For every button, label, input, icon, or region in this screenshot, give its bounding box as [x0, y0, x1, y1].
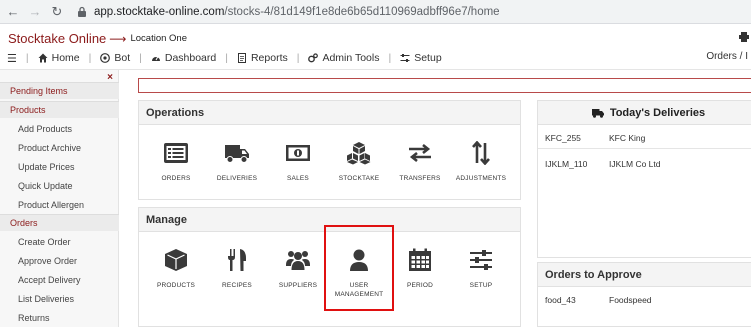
truck-icon [591, 108, 604, 118]
sidebar-item-create-order[interactable]: Create Order [0, 233, 119, 250]
sidebar-item-product-archive[interactable]: Product Archive [0, 139, 119, 156]
tile-period[interactable]: PERIOD [390, 248, 450, 290]
forward-icon[interactable]: → [26, 3, 44, 21]
location-label: Location One [130, 33, 187, 44]
home-icon [38, 53, 48, 63]
orders-to-approve-panel: Orders to Approve food_43 Foodspeed [537, 262, 751, 327]
orders-link[interactable]: Orders / I [706, 51, 748, 62]
lock-icon [78, 6, 86, 17]
list-icon [164, 143, 188, 163]
utensils-icon [228, 249, 246, 271]
sidebar-item-orders[interactable]: Orders [0, 214, 119, 231]
sidebar-item-list-deliveries[interactable]: List Deliveries [0, 290, 119, 307]
calendar-icon [409, 248, 431, 271]
tile-deliveries[interactable]: DELIVERIES [207, 141, 267, 183]
search-input[interactable] [138, 78, 751, 93]
browser-toolbar: ← → ↻ app.stocktake-online.com/stocks-4/… [0, 0, 751, 24]
deliveries-panel: Today's Deliveries KFC_255 KFC King IJKL… [537, 100, 751, 258]
address-bar[interactable]: app.stocktake-online.com/stocks-4/81d149… [76, 6, 500, 18]
cubes-icon [347, 142, 371, 165]
sidebar-item-returns[interactable]: Returns [0, 309, 119, 326]
sliders-icon [470, 250, 492, 270]
cube-icon [165, 249, 187, 271]
reports-icon [237, 53, 246, 63]
operations-panel: Operations ORDERS DELIVERIES SALES STOCK… [138, 100, 521, 200]
app-header: Stocktake Online ⟶ Location One ☰ | Home… [0, 24, 751, 70]
dashboard-icon [151, 56, 160, 61]
tile-transfers[interactable]: TRANSFERS [390, 141, 450, 183]
exchange-icon [409, 143, 431, 163]
highlight-box [324, 225, 394, 311]
sidebar-item-approve-order[interactable]: Approve Order [0, 252, 119, 269]
tile-orders[interactable]: ORDERS [146, 141, 206, 183]
table-row[interactable]: IJKLM_110 IJKLM Co Ltd [545, 159, 661, 169]
operations-title: Operations [139, 101, 520, 125]
money-icon [286, 145, 310, 161]
sidebar: × Pending Items Products Add Products Pr… [0, 70, 119, 327]
tile-setup[interactable]: SETUP [451, 248, 511, 290]
cogs-icon [308, 53, 319, 63]
tile-sales[interactable]: SALES [268, 141, 328, 183]
print-icon[interactable] [739, 32, 749, 42]
hamburger-icon[interactable]: ☰ [7, 52, 17, 65]
main-menu: ☰ | Home | Bot | Dashboard | Reports | A… [7, 51, 748, 65]
arrow-right-icon: ⟶ [109, 31, 127, 46]
menu-home[interactable]: Home [38, 52, 80, 64]
menu-admin-tools[interactable]: Admin Tools [308, 52, 379, 64]
sidebar-item-add-products[interactable]: Add Products [0, 120, 119, 137]
bot-icon [100, 53, 111, 63]
tile-recipes[interactable]: RECIPES [207, 248, 267, 290]
tile-suppliers[interactable]: SUPPLIERS [268, 248, 328, 290]
table-row[interactable]: KFC_255 KFC King [545, 133, 645, 143]
reload-icon[interactable]: ↻ [48, 3, 66, 21]
sidebar-item-update-prices[interactable]: Update Prices [0, 158, 119, 175]
menu-bot[interactable]: Bot [100, 52, 130, 64]
table-row[interactable]: food_43 Foodspeed [545, 295, 652, 305]
sidebar-item-accept-delivery[interactable]: Accept Delivery [0, 271, 119, 288]
deliveries-title: Today's Deliveries [609, 106, 706, 119]
menu-reports[interactable]: Reports [237, 52, 288, 64]
sidebar-item-pending-items[interactable]: Pending Items [0, 82, 119, 99]
back-icon[interactable]: ← [4, 3, 22, 21]
sidebar-item-quick-update[interactable]: Quick Update [0, 177, 119, 194]
url-host: app.stocktake-online.com [94, 5, 225, 18]
truck-icon [225, 145, 249, 163]
sidebar-item-products[interactable]: Products [0, 101, 119, 118]
menu-dashboard[interactable]: Dashboard [151, 52, 216, 64]
sidebar-item-product-allergen[interactable]: Product Allergen [0, 196, 119, 213]
deliveries-header: Today's Deliveries [538, 101, 751, 125]
url-path: /stocks-4/81d149f1e8de6b65d110969adbff96… [224, 5, 500, 18]
brand-logo[interactable]: Stocktake Online [8, 31, 106, 46]
tile-adjustments[interactable]: ADJUSTMENTS [451, 141, 511, 183]
tile-products[interactable]: PRODUCTS [146, 248, 206, 290]
users-icon [286, 251, 310, 270]
orders-to-approve-title: Orders to Approve [538, 263, 751, 287]
sliders-icon [400, 54, 410, 62]
sort-arrows-icon [472, 141, 490, 165]
tile-stocktake[interactable]: STOCKTAKE [329, 141, 389, 183]
menu-setup[interactable]: Setup [400, 52, 442, 64]
